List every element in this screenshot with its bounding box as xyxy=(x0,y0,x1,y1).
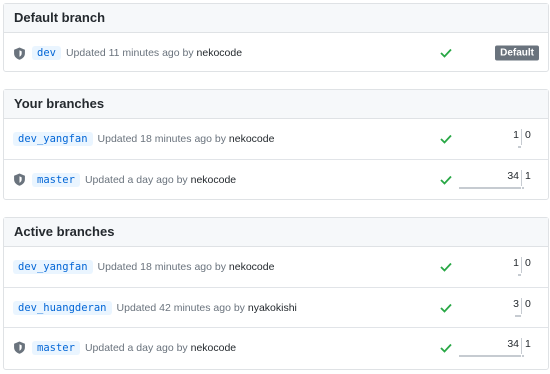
check-icon xyxy=(440,48,452,58)
shield-icon xyxy=(14,173,25,186)
ahead-bar xyxy=(522,355,524,357)
ahead-behind-counter: 3 0 xyxy=(459,295,539,321)
updated-text: Updated 11 minutes ago by xyxy=(65,47,194,59)
behind-count: 34 xyxy=(507,338,519,350)
ahead-behind-counter: 1 0 xyxy=(459,254,539,280)
ahead-count: 1 xyxy=(525,170,531,182)
behind-count: 1 xyxy=(513,257,519,269)
counter-divider xyxy=(521,298,522,314)
updated-text: Updated a day ago by xyxy=(84,173,188,186)
branch-row: dev Updated 11 minutes ago by nekocode D… xyxy=(4,33,548,73)
ahead-count: 1 xyxy=(525,338,531,350)
branch-row: master Updated a day ago by nekocode 34 … xyxy=(4,159,548,199)
user-link[interactable]: nekocode xyxy=(191,174,237,186)
branch-name[interactable]: master xyxy=(32,172,80,187)
branch-row: master Updated a day ago by nekocode 34 … xyxy=(4,327,548,367)
user-link[interactable]: nekocode xyxy=(191,342,237,354)
user-link[interactable]: nekocode xyxy=(229,261,275,273)
behind-bar xyxy=(459,187,521,189)
behind-bar xyxy=(515,315,521,317)
counter-divider xyxy=(521,170,522,186)
section-title: Your branches xyxy=(4,90,548,119)
default-branch-section: Default branch dev Updated 11 minutes ag… xyxy=(3,3,549,72)
ahead-behind-counter: 1 0 xyxy=(459,126,539,152)
user-link[interactable]: nekocode xyxy=(229,133,275,145)
counter-divider xyxy=(521,257,522,273)
counter-divider xyxy=(521,129,522,145)
check-icon xyxy=(440,303,452,313)
user-link[interactable]: nekocode xyxy=(197,47,243,59)
ahead-count: 0 xyxy=(525,298,531,310)
branch-row: dev_yangfan Updated 18 minutes ago by ne… xyxy=(4,119,548,159)
check-icon xyxy=(440,175,452,185)
behind-bar xyxy=(459,355,521,357)
branch-row: dev_yangfan Updated 18 minutes ago by ne… xyxy=(4,247,548,287)
updated-text: Updated 42 minutes ago by xyxy=(116,301,245,314)
active-branches-section: Active branches dev_yangfan Updated 18 m… xyxy=(3,217,549,370)
behind-bar xyxy=(518,274,521,276)
branch-name[interactable]: dev_yangfan xyxy=(13,132,93,146)
branch-name[interactable]: dev_huangderan xyxy=(13,300,112,315)
updated-text: Updated 18 minutes ago by xyxy=(97,133,226,145)
user-link[interactable]: nyakokishi xyxy=(248,302,297,314)
branch-name[interactable]: master xyxy=(32,340,80,355)
shield-icon xyxy=(14,47,25,60)
shield-icon xyxy=(14,341,25,354)
branch-name[interactable]: dev_yangfan xyxy=(13,260,93,274)
your-branches-section: Your branches dev_yangfan Updated 18 min… xyxy=(3,89,549,200)
section-title: Active branches xyxy=(4,218,548,247)
ahead-behind-counter: 34 1 xyxy=(459,167,539,193)
updated-text: Updated 18 minutes ago by xyxy=(97,261,226,273)
ahead-count: 0 xyxy=(525,257,531,269)
ahead-count: 0 xyxy=(525,129,531,141)
behind-count: 34 xyxy=(507,170,519,182)
branch-name[interactable]: dev xyxy=(32,46,61,60)
check-icon xyxy=(440,262,452,272)
default-badge: Default xyxy=(495,45,539,61)
counter-divider xyxy=(521,338,522,354)
ahead-bar xyxy=(522,187,524,189)
updated-text: Updated a day ago by xyxy=(84,341,188,354)
ahead-behind-counter: 34 1 xyxy=(459,335,539,361)
behind-count: 3 xyxy=(513,298,519,310)
branch-row: dev_huangderan Updated 42 minutes ago by… xyxy=(4,287,548,327)
check-icon xyxy=(440,343,452,353)
behind-count: 1 xyxy=(513,129,519,141)
check-icon xyxy=(440,134,452,144)
section-title: Default branch xyxy=(4,4,548,33)
behind-bar xyxy=(518,146,521,148)
